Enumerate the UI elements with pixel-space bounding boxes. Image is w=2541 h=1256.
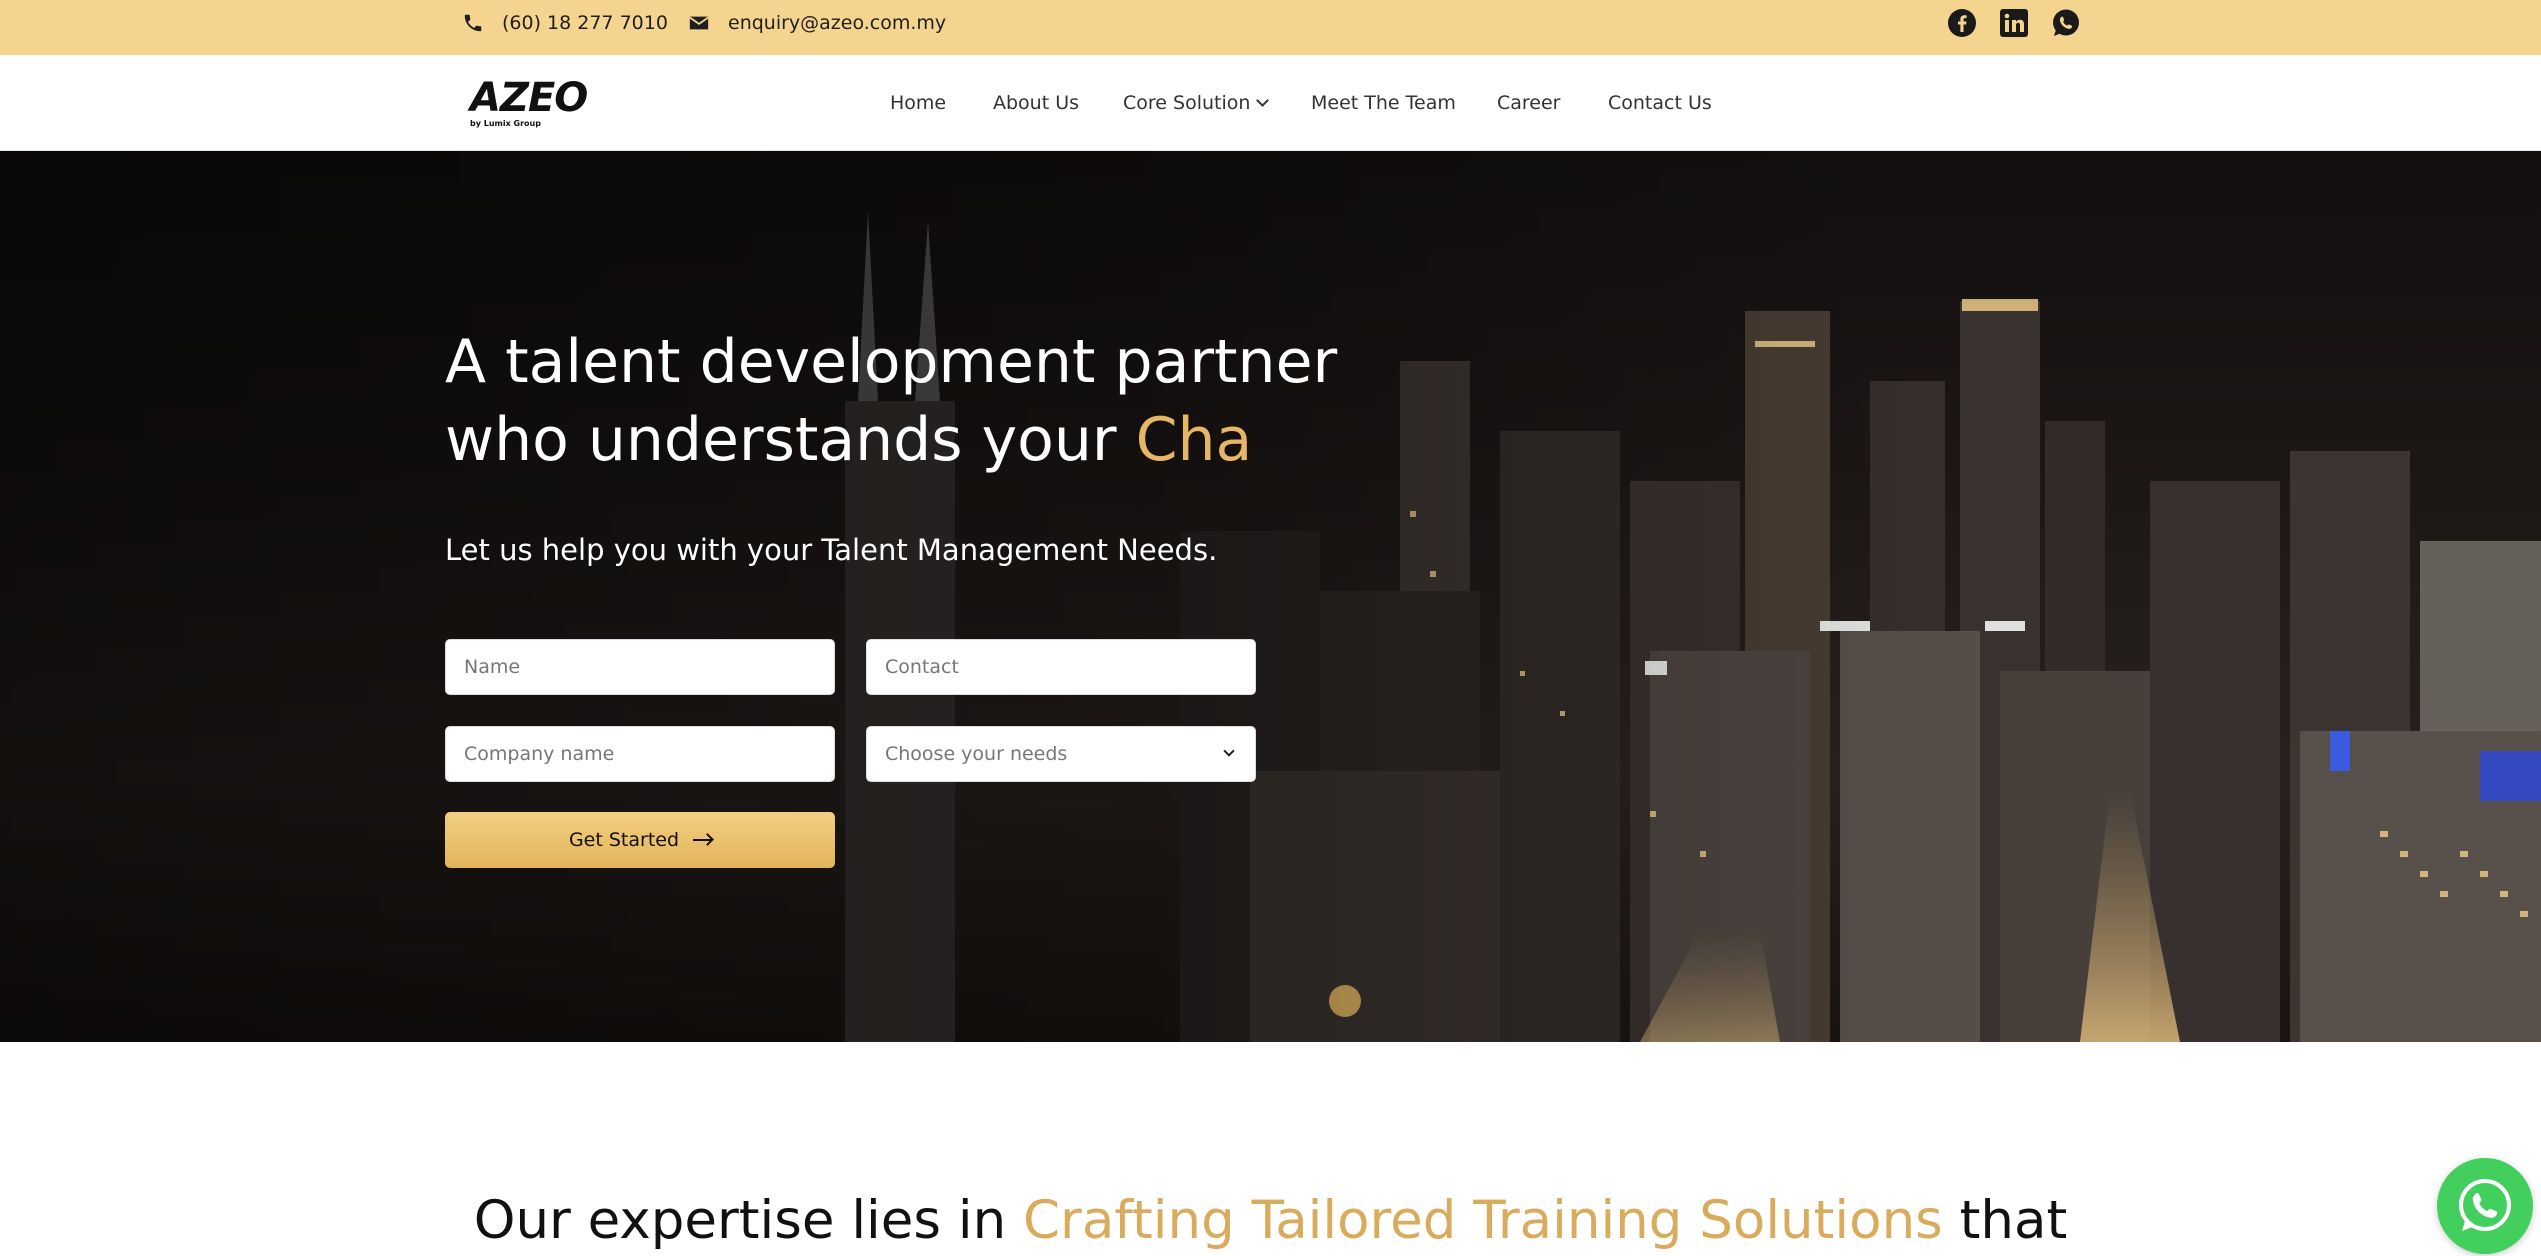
nav-meet-the-team[interactable]: Meet The Team xyxy=(1311,92,1456,114)
email-address: enquiry@azeo.com.my xyxy=(728,12,947,34)
expertise-suffix: that xyxy=(1942,1190,2068,1251)
hero-headline-line2: who understands your xyxy=(445,405,1136,475)
hero-section: A talent development partner who underst… xyxy=(0,151,2541,1042)
expertise-accent: Crafting Tailored Training Solutions xyxy=(1023,1190,1943,1251)
get-started-button[interactable]: Get Started xyxy=(445,812,835,868)
envelope-icon xyxy=(689,16,709,30)
nav-career[interactable]: Career xyxy=(1497,92,1561,114)
azeo-logo[interactable]: AZEO by Lumix Group xyxy=(470,75,592,133)
get-started-label: Get Started xyxy=(568,829,680,851)
logo-wordmark: AZEO xyxy=(470,75,588,121)
site-header: AZEO by Lumix Group Home About Us Core S… xyxy=(0,55,2541,151)
expertise-prefix: Our expertise lies in xyxy=(473,1190,1024,1251)
nav-core-solution[interactable]: Core Solution xyxy=(1123,92,1270,114)
logo-tagline: by Lumix Group xyxy=(470,119,541,128)
nav-contact-us[interactable]: Contact Us xyxy=(1608,92,1712,114)
hero-headline-accent: Cha xyxy=(1135,405,1253,475)
contact-input[interactable] xyxy=(866,639,1256,695)
whatsapp-chat-button[interactable] xyxy=(2437,1158,2533,1254)
name-input[interactable] xyxy=(445,639,835,695)
needs-select-value: Choose your needs xyxy=(885,743,1068,765)
nav-about-us[interactable]: About Us xyxy=(993,92,1079,114)
whatsapp-icon[interactable] xyxy=(2051,8,2081,38)
hero-headline: A talent development partner who underst… xyxy=(445,323,1345,479)
chevron-down-icon xyxy=(1256,94,1270,107)
company-name-input[interactable] xyxy=(445,726,835,782)
phone-icon xyxy=(464,14,482,32)
nav-home[interactable]: Home xyxy=(890,92,946,114)
chevron-down-icon xyxy=(1223,745,1235,757)
hero-headline-line1: A talent development partner xyxy=(445,327,1338,397)
phone-number: (60) 18 277 7010 xyxy=(502,12,668,34)
arrow-right-icon xyxy=(693,839,712,841)
phone-contact[interactable]: (60) 18 277 7010 xyxy=(462,0,668,46)
facebook-icon[interactable] xyxy=(1947,8,1977,38)
linkedin-icon[interactable] xyxy=(1999,8,2029,38)
hero-subtitle: Let us help you with your Talent Managem… xyxy=(445,533,1218,567)
hero-overlay xyxy=(0,151,2541,1042)
email-contact[interactable]: enquiry@azeo.com.my xyxy=(688,0,946,46)
expertise-heading: Our expertise lies in Crafting Tailored … xyxy=(0,1190,2541,1251)
whatsapp-icon xyxy=(2459,1179,2511,1231)
top-contact-bar: (60) 18 277 7010 enquiry@azeo.com.my xyxy=(0,0,2541,55)
needs-select[interactable]: Choose your needs xyxy=(866,726,1256,782)
nav-core-solution-label: Core Solution xyxy=(1123,92,1251,114)
